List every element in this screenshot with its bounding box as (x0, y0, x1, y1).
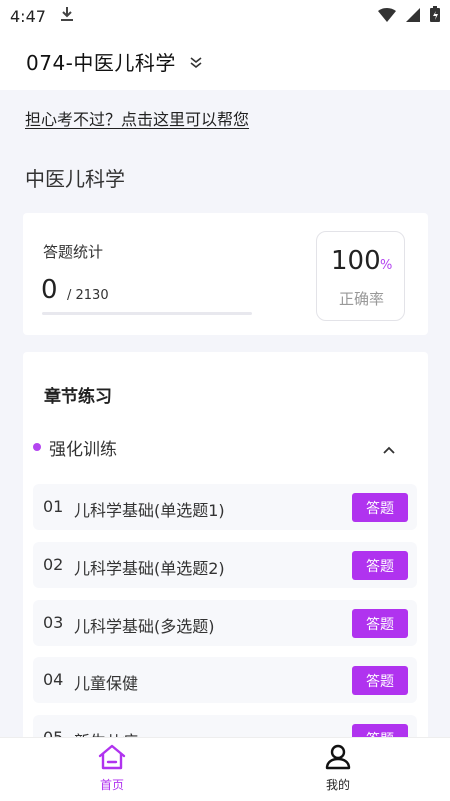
nav-home-label: 首页 (99, 778, 124, 792)
help-link[interactable]: 担心考不过？点击这里可以帮您 (25, 106, 249, 130)
list-item[interactable]: 01 儿科学基础(单选题1) 答题 (33, 484, 417, 530)
signal-icon (406, 7, 420, 26)
list-item[interactable]: 03 儿科学基础(多选题) 答题 (33, 600, 417, 646)
double-chevron-down-icon[interactable] (190, 54, 202, 73)
list-item[interactable]: 04 儿童保健 答题 (33, 657, 417, 703)
group-label: 强化训练 (49, 439, 117, 460)
stats-label: 答题统计 (43, 243, 104, 261)
download-icon (60, 6, 74, 26)
list-item[interactable]: 02 儿科学基础(单选题2) 答题 (33, 542, 417, 588)
answer-button[interactable]: 答题 (352, 666, 408, 695)
answered-count: 0 (41, 275, 58, 305)
item-number: 04 (43, 670, 64, 689)
chevron-up-icon[interactable] (382, 440, 396, 459)
group-dot (33, 443, 41, 451)
accuracy-unit: % (380, 258, 393, 273)
total-count: / 2130 (67, 288, 109, 303)
item-number: 02 (43, 555, 64, 574)
accuracy-label: 正确率 (338, 290, 384, 308)
nav-mine-label: 我的 (325, 778, 350, 792)
nav-home[interactable]: 首页 (72, 744, 152, 793)
app-header: 074-中医儿科学 (0, 32, 450, 90)
item-number: 03 (43, 613, 64, 632)
chapter-card: 章节练习 强化训练 01 儿科学基础(单选题1) 答题 02 儿科学基础(单选题… (23, 352, 428, 752)
accuracy-value: 100 (331, 246, 381, 276)
item-number: 01 (43, 497, 64, 516)
answer-button[interactable]: 答题 (352, 493, 408, 522)
wifi-icon (378, 7, 396, 26)
nav-mine[interactable]: 我的 (298, 744, 378, 793)
section-title: 中医儿科学 (25, 167, 125, 191)
battery-icon (430, 6, 440, 26)
item-name: 儿童保健 (74, 674, 139, 693)
bottom-nav: 首页 我的 (0, 737, 450, 801)
progress-track (42, 312, 252, 315)
course-title[interactable]: 074-中医儿科学 (26, 47, 176, 76)
stats-card: 答题统计 0 / 2130 100 % 正确率 (23, 213, 428, 335)
accuracy-box: 100 % 正确率 (316, 231, 405, 321)
status-bar: 4:47 (0, 0, 450, 32)
answer-button[interactable]: 答题 (352, 609, 408, 638)
home-icon (97, 744, 127, 774)
answer-button[interactable]: 答题 (352, 551, 408, 580)
status-time: 4:47 (10, 6, 46, 26)
chapter-title: 章节练习 (44, 387, 112, 407)
user-icon (324, 744, 352, 774)
item-name: 儿科学基础(多选题) (74, 617, 215, 636)
item-name: 儿科学基础(单选题1) (74, 501, 225, 520)
group-header[interactable]: 强化训练 (33, 432, 418, 462)
item-name: 儿科学基础(单选题2) (74, 559, 225, 578)
